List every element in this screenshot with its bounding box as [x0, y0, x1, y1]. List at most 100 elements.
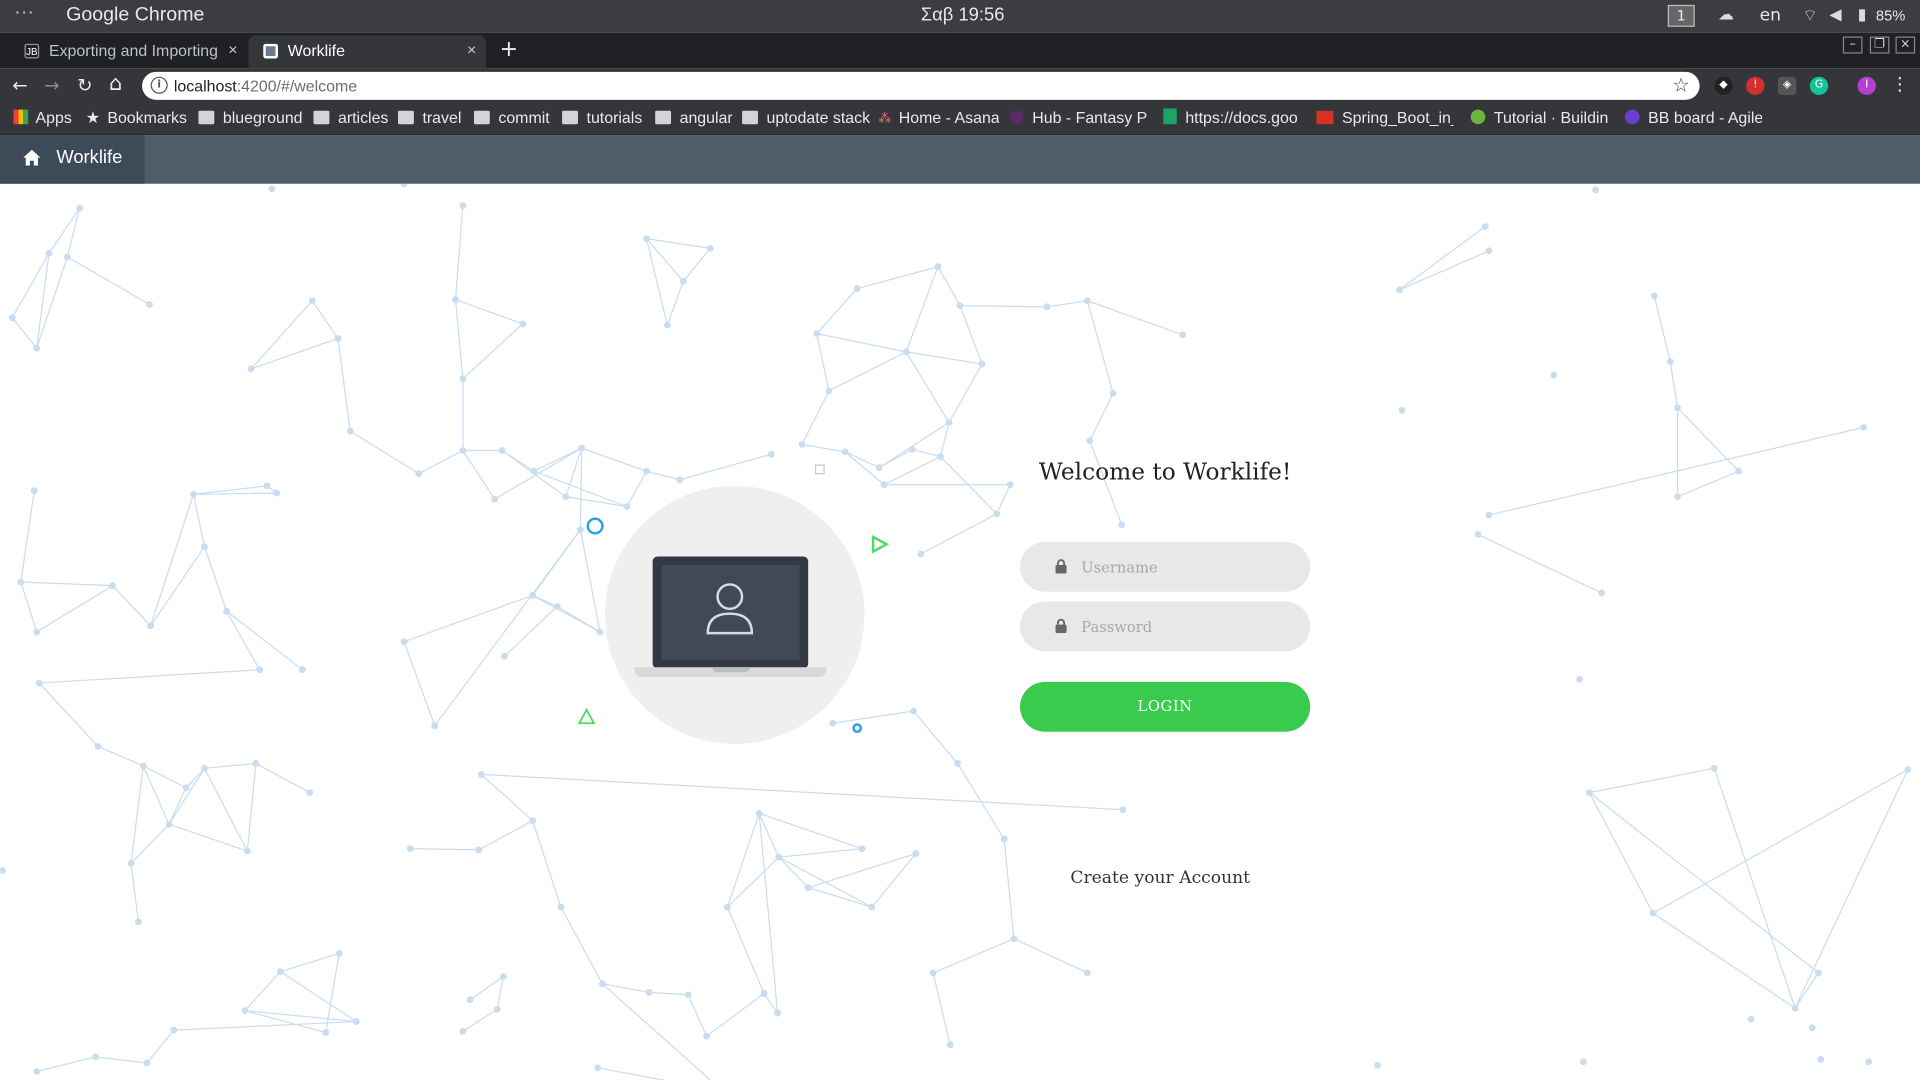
activities-menu[interactable]: ··· — [15, 4, 35, 23]
login-button[interactable]: LOGIN — [1020, 681, 1311, 732]
reload-button[interactable]: ↻ — [77, 74, 92, 96]
network-node — [1674, 493, 1681, 501]
network-node — [17, 578, 25, 586]
bookmark-spring-boot-pdf[interactable]: Spring_Boot_in_ — [1316, 108, 1453, 127]
network-node — [406, 845, 414, 853]
network-link — [1589, 792, 1819, 974]
network-link — [494, 447, 582, 500]
close-window-icon[interactable]: × — [1895, 36, 1916, 54]
network-link — [36, 1056, 96, 1073]
address-bar[interactable]: i localhost:4200/#/welcome ☆ — [142, 71, 1700, 100]
brand-home-link[interactable]: Worklife — [0, 135, 145, 184]
network-node — [346, 427, 354, 435]
chrome-menu-icon[interactable]: ⋮ — [1891, 73, 1909, 95]
bookmark-folder-commit[interactable]: commit — [473, 108, 550, 127]
system-top-bar: ··· Google Chrome Σαβ 19:56 1 ☁ en ⌔ ◀ ▮… — [0, 0, 1920, 33]
home-button[interactable]: ⌂ — [109, 72, 122, 96]
close-tab-icon[interactable]: × — [228, 40, 237, 58]
workspace-indicator[interactable]: 1 — [1667, 4, 1695, 27]
network-node — [954, 760, 961, 767]
new-tab-button[interactable]: + — [500, 37, 518, 63]
network-node — [127, 859, 135, 867]
profile-avatar[interactable]: I — [1857, 76, 1876, 95]
tab-worklife[interactable]: Worklife × — [248, 35, 487, 69]
network-link — [1588, 792, 1654, 914]
bookmark-google-docs[interactable]: https://docs.goo — [1163, 108, 1300, 127]
network-link — [959, 305, 1047, 308]
network-node — [1598, 589, 1606, 597]
site-info-icon[interactable]: i — [150, 76, 168, 94]
bookmark-bb-board[interactable]: BB board - Agile — [1624, 108, 1762, 127]
network-link — [878, 421, 950, 469]
active-app-name[interactable]: Google Chrome — [66, 5, 204, 27]
battery-icon[interactable]: ▮ — [1858, 6, 1867, 24]
url-text[interactable]: localhost:4200/#/welcome — [174, 77, 357, 95]
network-node — [1576, 676, 1584, 683]
back-button[interactable]: ← — [12, 74, 27, 96]
create-account-link[interactable]: Create your Account — [1020, 868, 1300, 887]
tab-exporting-importing[interactable]: JB Exporting and Importing Se × — [10, 35, 248, 68]
network-node — [1585, 789, 1593, 797]
bookmark-folder-angular[interactable]: angular — [655, 108, 733, 127]
username-input[interactable] — [1081, 554, 1290, 581]
network-node — [676, 476, 684, 484]
network-node — [1086, 437, 1094, 445]
bookmark-spring-tutorial[interactable]: Tutorial · Building — [1470, 108, 1608, 127]
network-node — [475, 846, 483, 854]
folder-icon — [397, 110, 414, 125]
network-link — [932, 938, 1015, 974]
network-link — [469, 976, 504, 1001]
bookmark-folder-blueground[interactable]: blueground — [198, 108, 303, 127]
network-node — [466, 996, 474, 1004]
network-node — [1000, 835, 1008, 843]
minimize-window-icon[interactable]: – — [1842, 36, 1863, 54]
network-node — [774, 1009, 781, 1017]
laptop-notch — [712, 667, 750, 673]
bookmark-asana[interactable]: ⁂ Home - Asana — [878, 108, 1000, 126]
network-link — [1488, 426, 1864, 516]
network-node — [33, 1068, 41, 1075]
network-node — [929, 969, 937, 977]
system-clock[interactable]: Σαβ 19:56 — [921, 5, 1005, 26]
brand-name: Worklife — [56, 147, 123, 169]
battery-percent: 85% — [1875, 7, 1906, 25]
bookmark-bookmarks[interactable]: ★ Bookmarks — [86, 108, 187, 127]
network-node — [335, 949, 343, 957]
extension-grammarly-icon[interactable]: G — [1809, 76, 1829, 95]
folder-icon — [655, 110, 672, 125]
network-node — [978, 360, 986, 368]
volume-icon[interactable]: ◀ — [1829, 6, 1841, 24]
network-node — [400, 638, 408, 646]
weather-icon[interactable]: ☁ — [1718, 6, 1734, 24]
network-node — [263, 482, 271, 490]
keyboard-language[interactable]: en — [1760, 6, 1781, 25]
welcome-heading: Welcome to Worklife! — [1038, 459, 1292, 486]
bookmark-apps[interactable]: Apps — [13, 108, 72, 127]
bookmark-folder-tutorials[interactable]: tutorials — [562, 108, 642, 127]
bookmark-folder-articles[interactable]: articles — [313, 108, 388, 127]
password-input[interactable] — [1081, 613, 1290, 641]
bookmark-folder-uptodate-stack[interactable]: uptodate stack — [742, 108, 870, 127]
network-node — [0, 867, 6, 874]
extension-shield-icon[interactable]: ◈ — [1777, 76, 1797, 95]
extension-dark-icon[interactable]: ◆ — [1714, 76, 1733, 95]
username-field[interactable] — [1020, 541, 1311, 592]
close-tab-icon[interactable]: × — [467, 40, 476, 58]
network-link — [130, 823, 170, 864]
network-link — [1003, 838, 1015, 939]
wifi-icon[interactable]: ⌔ — [1802, 6, 1817, 25]
network-link — [20, 581, 38, 633]
extension-adblock-icon[interactable]: ! — [1746, 76, 1765, 95]
bookmark-fantasy-hub[interactable]: Hub - Fantasy Pre — [1010, 108, 1148, 127]
bookmarks-bar: Apps ★ Bookmarks blueground articles trav… — [0, 103, 1920, 136]
network-node — [1119, 806, 1127, 814]
bookmark-folder-travel[interactable]: travel — [397, 108, 461, 127]
bookmark-label: Hub - Fantasy Pre — [1032, 108, 1148, 127]
network-link — [912, 448, 941, 458]
bookmark-star-icon[interactable]: ☆ — [1672, 73, 1690, 96]
network-node — [352, 1018, 360, 1025]
forward-button[interactable]: → — [44, 74, 59, 96]
restore-window-icon[interactable]: ❐ — [1869, 36, 1890, 54]
password-field[interactable] — [1020, 601, 1311, 652]
network-node — [165, 820, 173, 828]
